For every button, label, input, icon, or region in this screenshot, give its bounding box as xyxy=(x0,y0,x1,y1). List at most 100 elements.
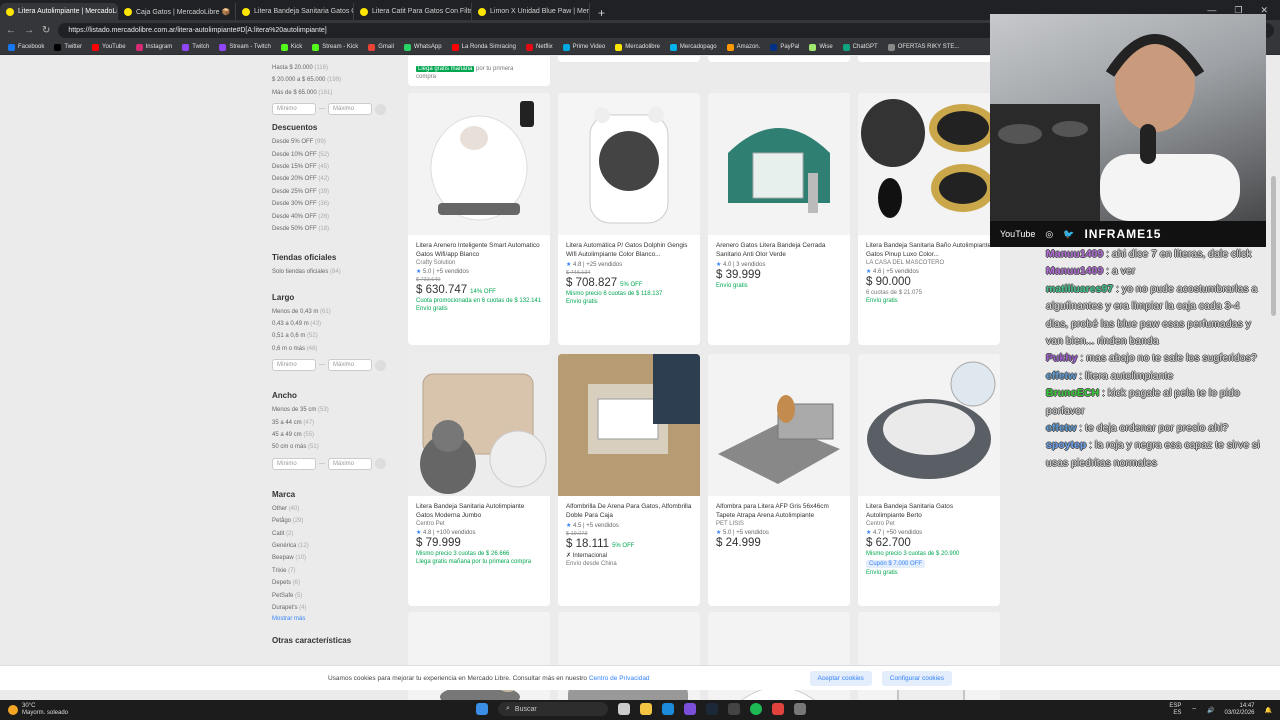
apply-range-button[interactable] xyxy=(375,458,386,470)
product-image[interactable] xyxy=(858,93,1000,235)
apply-range-button[interactable] xyxy=(375,103,386,115)
bookmark-item[interactable]: Kick xyxy=(280,43,302,51)
file-explorer-icon[interactable] xyxy=(640,703,652,715)
bookmark-item[interactable]: Twitch xyxy=(182,43,209,51)
steam-icon[interactable] xyxy=(706,703,718,715)
bookmark-item[interactable]: Facebook xyxy=(8,43,44,51)
browser-tab[interactable]: Limon X Unidad Blue Paw | Merca...× xyxy=(472,3,590,20)
edge-icon[interactable] xyxy=(662,703,674,715)
product-image[interactable] xyxy=(558,354,700,496)
configure-cookies-button[interactable]: Configurar cookies xyxy=(881,670,952,686)
product-card[interactable]: Alfombrilla De Arena Para Gatos, Alfombr… xyxy=(558,354,700,606)
filter-price[interactable]: Más de $ 65.000 (161) xyxy=(272,87,392,99)
product-title[interactable]: Litera Bandeja Sanitaria Baño Autolimpia… xyxy=(866,241,992,259)
product-image[interactable] xyxy=(408,93,550,235)
product-title[interactable]: Alfombra para Litera AFP Gris 56x46cm Ta… xyxy=(716,502,842,520)
bookmark-item[interactable]: Mercadopago xyxy=(669,43,717,51)
filter-width[interactable]: Menos de 35 cm (53) xyxy=(272,404,392,416)
product-card[interactable]: Litera Bandeja Sanitaria Autolimpiante G… xyxy=(408,354,550,606)
taskbar-search[interactable]: ⌕ Buscar xyxy=(498,702,608,716)
max-input[interactable]: Máximo xyxy=(328,359,372,372)
filter-discount[interactable]: Desde 40% OFF (26) xyxy=(272,211,392,223)
filter-official[interactable]: Solo tiendas oficiales (84) xyxy=(272,266,392,278)
filter-discount[interactable]: Desde 15% OFF (45) xyxy=(272,161,392,173)
product-card[interactable]: Alfombra para Litera AFP Gris 56x46cm Ta… xyxy=(708,354,850,606)
bookmark-item[interactable]: ChatGPT xyxy=(842,43,878,51)
bookmark-item[interactable]: Prime Video xyxy=(562,43,605,51)
back-icon[interactable]: ← xyxy=(6,25,16,36)
notification-icon[interactable]: 🔔 xyxy=(1265,707,1272,714)
filter-brand[interactable]: Other (40) xyxy=(272,503,392,515)
filter-brand[interactable]: PetSafe (5) xyxy=(272,590,392,602)
bookmark-item[interactable]: Twitter xyxy=(54,43,82,51)
app-icon[interactable] xyxy=(794,703,806,715)
clock[interactable]: 14:47 03/02/2026 xyxy=(1224,703,1254,717)
bookmark-item[interactable]: La Ronda Simracing xyxy=(451,43,516,51)
language-indicator[interactable]: ESP ES xyxy=(1169,703,1181,717)
filter-brand[interactable]: Genérica (12) xyxy=(272,540,392,552)
browser-tab[interactable]: Litera Bandeja Sanitaria Gatos Co...× xyxy=(236,3,354,20)
product-card-partial[interactable] xyxy=(708,56,850,62)
product-title[interactable]: Arenero Gatos Litera Bandeja Cerrada San… xyxy=(716,241,842,259)
browser-tab[interactable]: Litera Autolimpiante | MercadoLi...× xyxy=(0,3,118,20)
app-icon[interactable] xyxy=(728,703,740,715)
bookmark-item[interactable]: Instagram xyxy=(135,43,172,51)
filter-discount[interactable]: Desde 20% OFF (42) xyxy=(272,173,392,185)
task-view-icon[interactable] xyxy=(618,703,630,715)
filter-length[interactable]: 0,51 a 0,6 m (52) xyxy=(272,330,392,342)
product-title[interactable]: Litera Arenero Inteligente Smart Automat… xyxy=(416,241,542,259)
max-input[interactable]: Máximo xyxy=(328,457,372,470)
min-input[interactable]: Mínimo xyxy=(272,457,316,470)
volume-icon[interactable]: 🔊 xyxy=(1207,707,1214,714)
bookmark-item[interactable]: WhatsApp xyxy=(403,43,442,51)
filter-width[interactable]: 35 a 44 cm (47) xyxy=(272,417,392,429)
bookmark-item[interactable]: Mercadolibre xyxy=(615,43,660,51)
filter-discount[interactable]: Desde 5% OFF (99) xyxy=(272,136,392,148)
product-image[interactable] xyxy=(708,93,850,235)
product-title[interactable]: Litera Automática P/ Gatos Dolphin Gengi… xyxy=(566,241,692,259)
filter-discount[interactable]: Desde 25% OFF (39) xyxy=(272,186,392,198)
weather-widget[interactable]: 30°C Mayorm. soleado xyxy=(8,703,68,717)
bookmark-item[interactable]: Stream - Twitch xyxy=(219,43,271,51)
filter-brand[interactable]: Catit (2) xyxy=(272,528,392,540)
coupon-badge[interactable]: Cupón $ 7.000 OFF xyxy=(866,560,926,568)
product-image[interactable] xyxy=(558,93,700,235)
bookmark-item[interactable]: Amazon. xyxy=(726,43,760,51)
windows-start-icon[interactable] xyxy=(476,703,488,715)
product-card-partial[interactable]: Llega gratis mañana por tu primera compr… xyxy=(408,56,550,86)
product-title[interactable]: Litera Bandeja Sanitaria Gatos Autolimpi… xyxy=(866,502,992,520)
bookmark-item[interactable]: YouTube xyxy=(92,43,126,51)
filter-length[interactable]: Menos de 0,43 m (61) xyxy=(272,306,392,318)
filter-brand[interactable]: Beepaw (10) xyxy=(272,552,392,564)
page-scrollbar[interactable] xyxy=(1268,56,1280,700)
filter-brand[interactable]: Trixie (7) xyxy=(272,565,392,577)
product-image[interactable] xyxy=(858,354,1000,496)
product-title[interactable]: Litera Bandeja Sanitaria Autolimpiante G… xyxy=(416,502,542,520)
product-card[interactable]: Litera Automática P/ Gatos Dolphin Gengi… xyxy=(558,93,700,345)
filter-width[interactable]: 50 cm o más (51) xyxy=(272,441,392,453)
privacy-link[interactable]: Centro de Privacidad xyxy=(589,675,650,682)
obs-icon[interactable] xyxy=(772,703,784,715)
bookmark-item[interactable]: Wise xyxy=(809,43,833,51)
filter-length[interactable]: 0,43 a 0,49 m (43) xyxy=(272,318,392,330)
spotify-icon[interactable] xyxy=(750,703,762,715)
browser-tab[interactable]: Litera Catit Para Gatos Con Filtro A...× xyxy=(354,3,472,20)
accept-cookies-button[interactable]: Aceptar cookies xyxy=(809,670,872,686)
browser-tab[interactable]: Caja Gatos | MercadoLibre 📦× xyxy=(118,3,236,20)
reload-icon[interactable]: ↻ xyxy=(42,25,50,36)
filter-brand[interactable]: Durapet's (4) xyxy=(272,602,392,614)
filter-discount[interactable]: Desde 30% OFF (36) xyxy=(272,198,392,210)
filter-discount[interactable]: Desde 10% OFF (52) xyxy=(272,149,392,161)
apply-range-button[interactable] xyxy=(375,359,386,371)
filter-price[interactable]: Hasta $ 20.000 (116) xyxy=(272,62,392,74)
filter-brand[interactable]: Petågo (29) xyxy=(272,515,392,527)
product-card[interactable]: Litera Bandeja Sanitaria Gatos Autolimpi… xyxy=(858,354,1000,606)
forward-icon[interactable]: → xyxy=(24,25,34,36)
product-card-partial[interactable] xyxy=(558,56,700,62)
product-title[interactable]: Alfombrilla De Arena Para Gatos, Alfombr… xyxy=(566,502,692,520)
discord-icon[interactable] xyxy=(684,703,696,715)
product-image[interactable] xyxy=(408,354,550,496)
product-card[interactable]: Litera Bandeja Sanitaria Baño Autolimpia… xyxy=(858,93,1000,345)
product-card[interactable]: Litera Arenero Inteligente Smart Automat… xyxy=(408,93,550,345)
bookmark-item[interactable]: Stream - Kick xyxy=(312,43,358,51)
